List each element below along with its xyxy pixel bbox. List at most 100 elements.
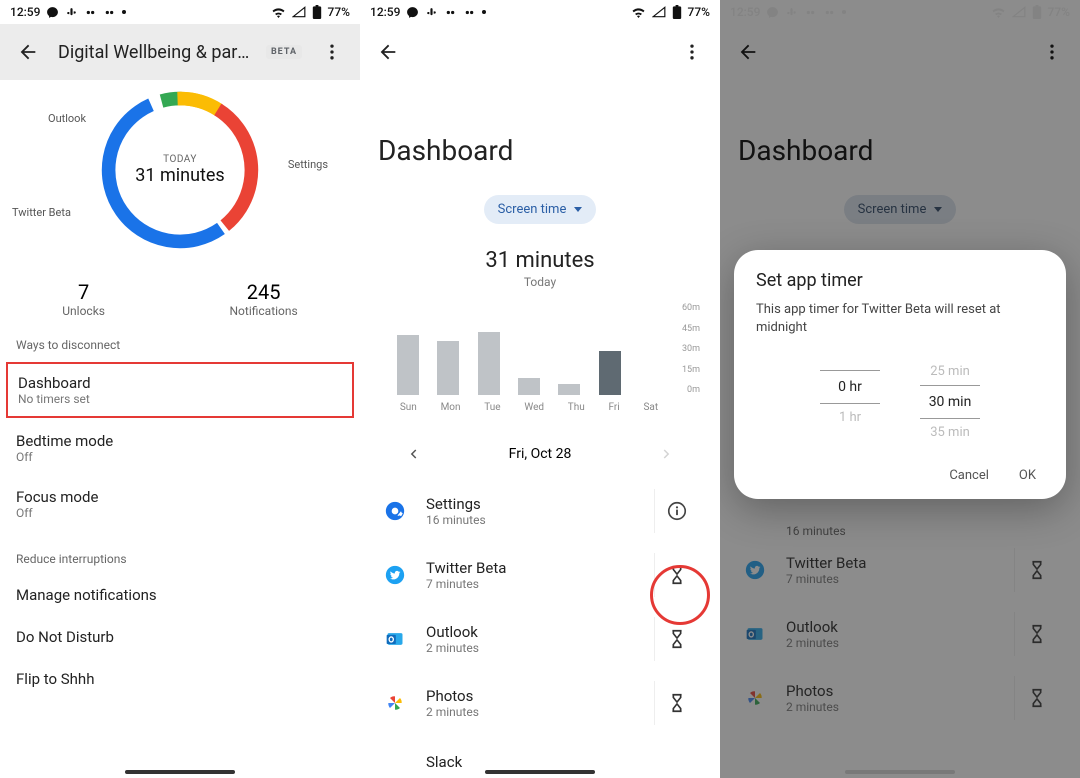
overflow-menu-button[interactable] [1032, 32, 1072, 72]
status-bar: 12:59 77% [360, 0, 720, 24]
screen-time-chip[interactable]: Screen time [484, 195, 597, 224]
next-day-button[interactable] [652, 439, 682, 469]
item-flip-to-shhh[interactable]: Flip to Shhh [0, 658, 360, 700]
clock: 12:59 [370, 5, 400, 19]
set-timer-button[interactable] [654, 617, 698, 661]
app-icon-1 [804, 6, 817, 19]
app-time: 7 minutes [786, 572, 866, 586]
donut-label-settings: Settings [288, 158, 328, 171]
donut-label-twitter: Twitter Beta [12, 206, 71, 219]
dialog-title: Set app timer [756, 270, 1044, 291]
bar-wed[interactable] [518, 378, 540, 395]
item-bedtime-mode[interactable]: Bedtime mode Off [0, 420, 360, 476]
messenger-icon [766, 6, 779, 19]
arrow-back-icon [737, 41, 759, 63]
bar-tue[interactable] [478, 332, 500, 395]
app-row-twitter-beta[interactable]: Twitter Beta7 minutes [738, 538, 1062, 602]
item-do-not-disturb[interactable]: Do Not Disturb [0, 616, 360, 658]
set-timer-button[interactable] [1014, 676, 1058, 720]
weekly-bar-chart[interactable]: 60m45m30m15m0m SunMonTueWedThuFriSat [388, 303, 700, 413]
item-dashboard[interactable]: Dashboard No timers set [6, 362, 354, 418]
back-button[interactable] [368, 32, 408, 72]
slack-icon [65, 6, 78, 19]
screen-time-chip[interactable]: Screen time [844, 195, 957, 224]
gesture-handle[interactable] [485, 770, 595, 774]
bar-mon[interactable] [437, 341, 459, 395]
app-icon-2 [103, 6, 116, 19]
dialog-body: This app timer for Twitter Beta will res… [756, 301, 1044, 336]
app-name: Outlook [426, 623, 479, 641]
cancel-button[interactable]: Cancel [949, 468, 989, 483]
photos-icon [378, 686, 412, 720]
stats-row: 7 Unlocks 245 Notifications [0, 280, 360, 318]
signal-icon [292, 6, 306, 18]
signal-icon [1012, 6, 1026, 18]
page-title: Dashboard [738, 134, 1062, 167]
app-name: Photos [786, 682, 839, 700]
app-row-settings[interactable]: Settings16 minutes [378, 479, 702, 543]
app-row-outlook[interactable]: Outlook2 minutes [378, 607, 702, 671]
app-icon-2 [823, 6, 836, 19]
set-timer-button[interactable] [1014, 548, 1058, 592]
overflow-menu-button[interactable] [312, 32, 352, 72]
prev-day-button[interactable] [398, 439, 428, 469]
screen-timer-dialog: 12:59 77% Dashboard [720, 0, 1080, 778]
ways-caption: Ways to disconnect [0, 318, 360, 360]
stat-unlocks[interactable]: 7 Unlocks [62, 280, 105, 318]
set-timer-button[interactable] [654, 553, 698, 597]
messenger-icon [406, 6, 419, 19]
set-timer-button[interactable] [1014, 612, 1058, 656]
set-timer-dialog: Set app timer This app timer for Twitter… [734, 250, 1066, 499]
app-time: 2 minutes [786, 700, 839, 714]
duration-picker[interactable]: 0 hr 1 hr 25 min 30 min 35 min [756, 358, 1044, 446]
app-icon-1 [444, 6, 457, 19]
app-row-photos[interactable]: Photos2 minutes [378, 671, 702, 735]
set-timer-button[interactable] [654, 681, 698, 725]
app-time: 2 minutes [426, 705, 479, 719]
gesture-handle[interactable] [125, 770, 235, 774]
app-bar [360, 24, 720, 80]
more-vert-icon [682, 42, 702, 62]
messenger-icon [46, 6, 59, 19]
app-name: Twitter Beta [786, 554, 866, 572]
app-bar [720, 24, 1080, 80]
app-bar: Digital Wellbeing & pare… BETA [0, 24, 360, 80]
beta-badge: BETA [266, 45, 302, 59]
app-row-outlook[interactable]: Outlook2 minutes [738, 602, 1062, 666]
bar-sun[interactable] [397, 335, 419, 395]
app-row-twitter-beta[interactable]: Twitter Beta7 minutes [378, 543, 702, 607]
date-navigator: Fri, Oct 28 [398, 439, 682, 469]
twitter-icon [738, 553, 772, 587]
minutes-column[interactable]: 25 min 30 min 35 min [920, 358, 980, 446]
info-button[interactable] [654, 489, 698, 533]
chevron-right-icon [658, 445, 676, 463]
more-vert-icon [1042, 42, 1062, 62]
settings-icon [378, 494, 412, 528]
item-manage-notifications[interactable]: Manage notifications [0, 574, 360, 616]
hours-column[interactable]: 0 hr 1 hr [820, 358, 880, 446]
usage-donut[interactable]: TODAY 31 minutes Outlook Twitter Beta Se… [0, 80, 360, 260]
bar-fri[interactable] [599, 351, 621, 395]
gesture-handle[interactable] [845, 770, 955, 774]
overflow-menu-button[interactable] [672, 32, 712, 72]
chevron-left-icon [404, 445, 422, 463]
battery-pct: 77% [688, 5, 710, 19]
more-vert-icon [322, 42, 342, 62]
wifi-icon [271, 6, 286, 18]
app-name: Photos [426, 687, 479, 705]
back-button[interactable] [728, 32, 768, 72]
back-button[interactable] [8, 32, 48, 72]
ok-button[interactable]: OK [1019, 468, 1036, 483]
bar-thu[interactable] [558, 384, 580, 395]
battery-pct: 77% [328, 5, 350, 19]
twitter-icon [378, 558, 412, 592]
stat-notifications[interactable]: 245 Notifications [230, 280, 298, 318]
status-bar: 12:59 77% [0, 0, 360, 24]
app-name: Outlook [786, 618, 839, 636]
today-label: TODAY [135, 154, 224, 165]
status-bar: 12:59 77% [720, 0, 1080, 24]
reduce-caption: Reduce interruptions [0, 532, 360, 574]
item-focus-mode[interactable]: Focus mode Off [0, 476, 360, 532]
signal-icon [652, 6, 666, 18]
app-row-photos[interactable]: Photos2 minutes [738, 666, 1062, 730]
